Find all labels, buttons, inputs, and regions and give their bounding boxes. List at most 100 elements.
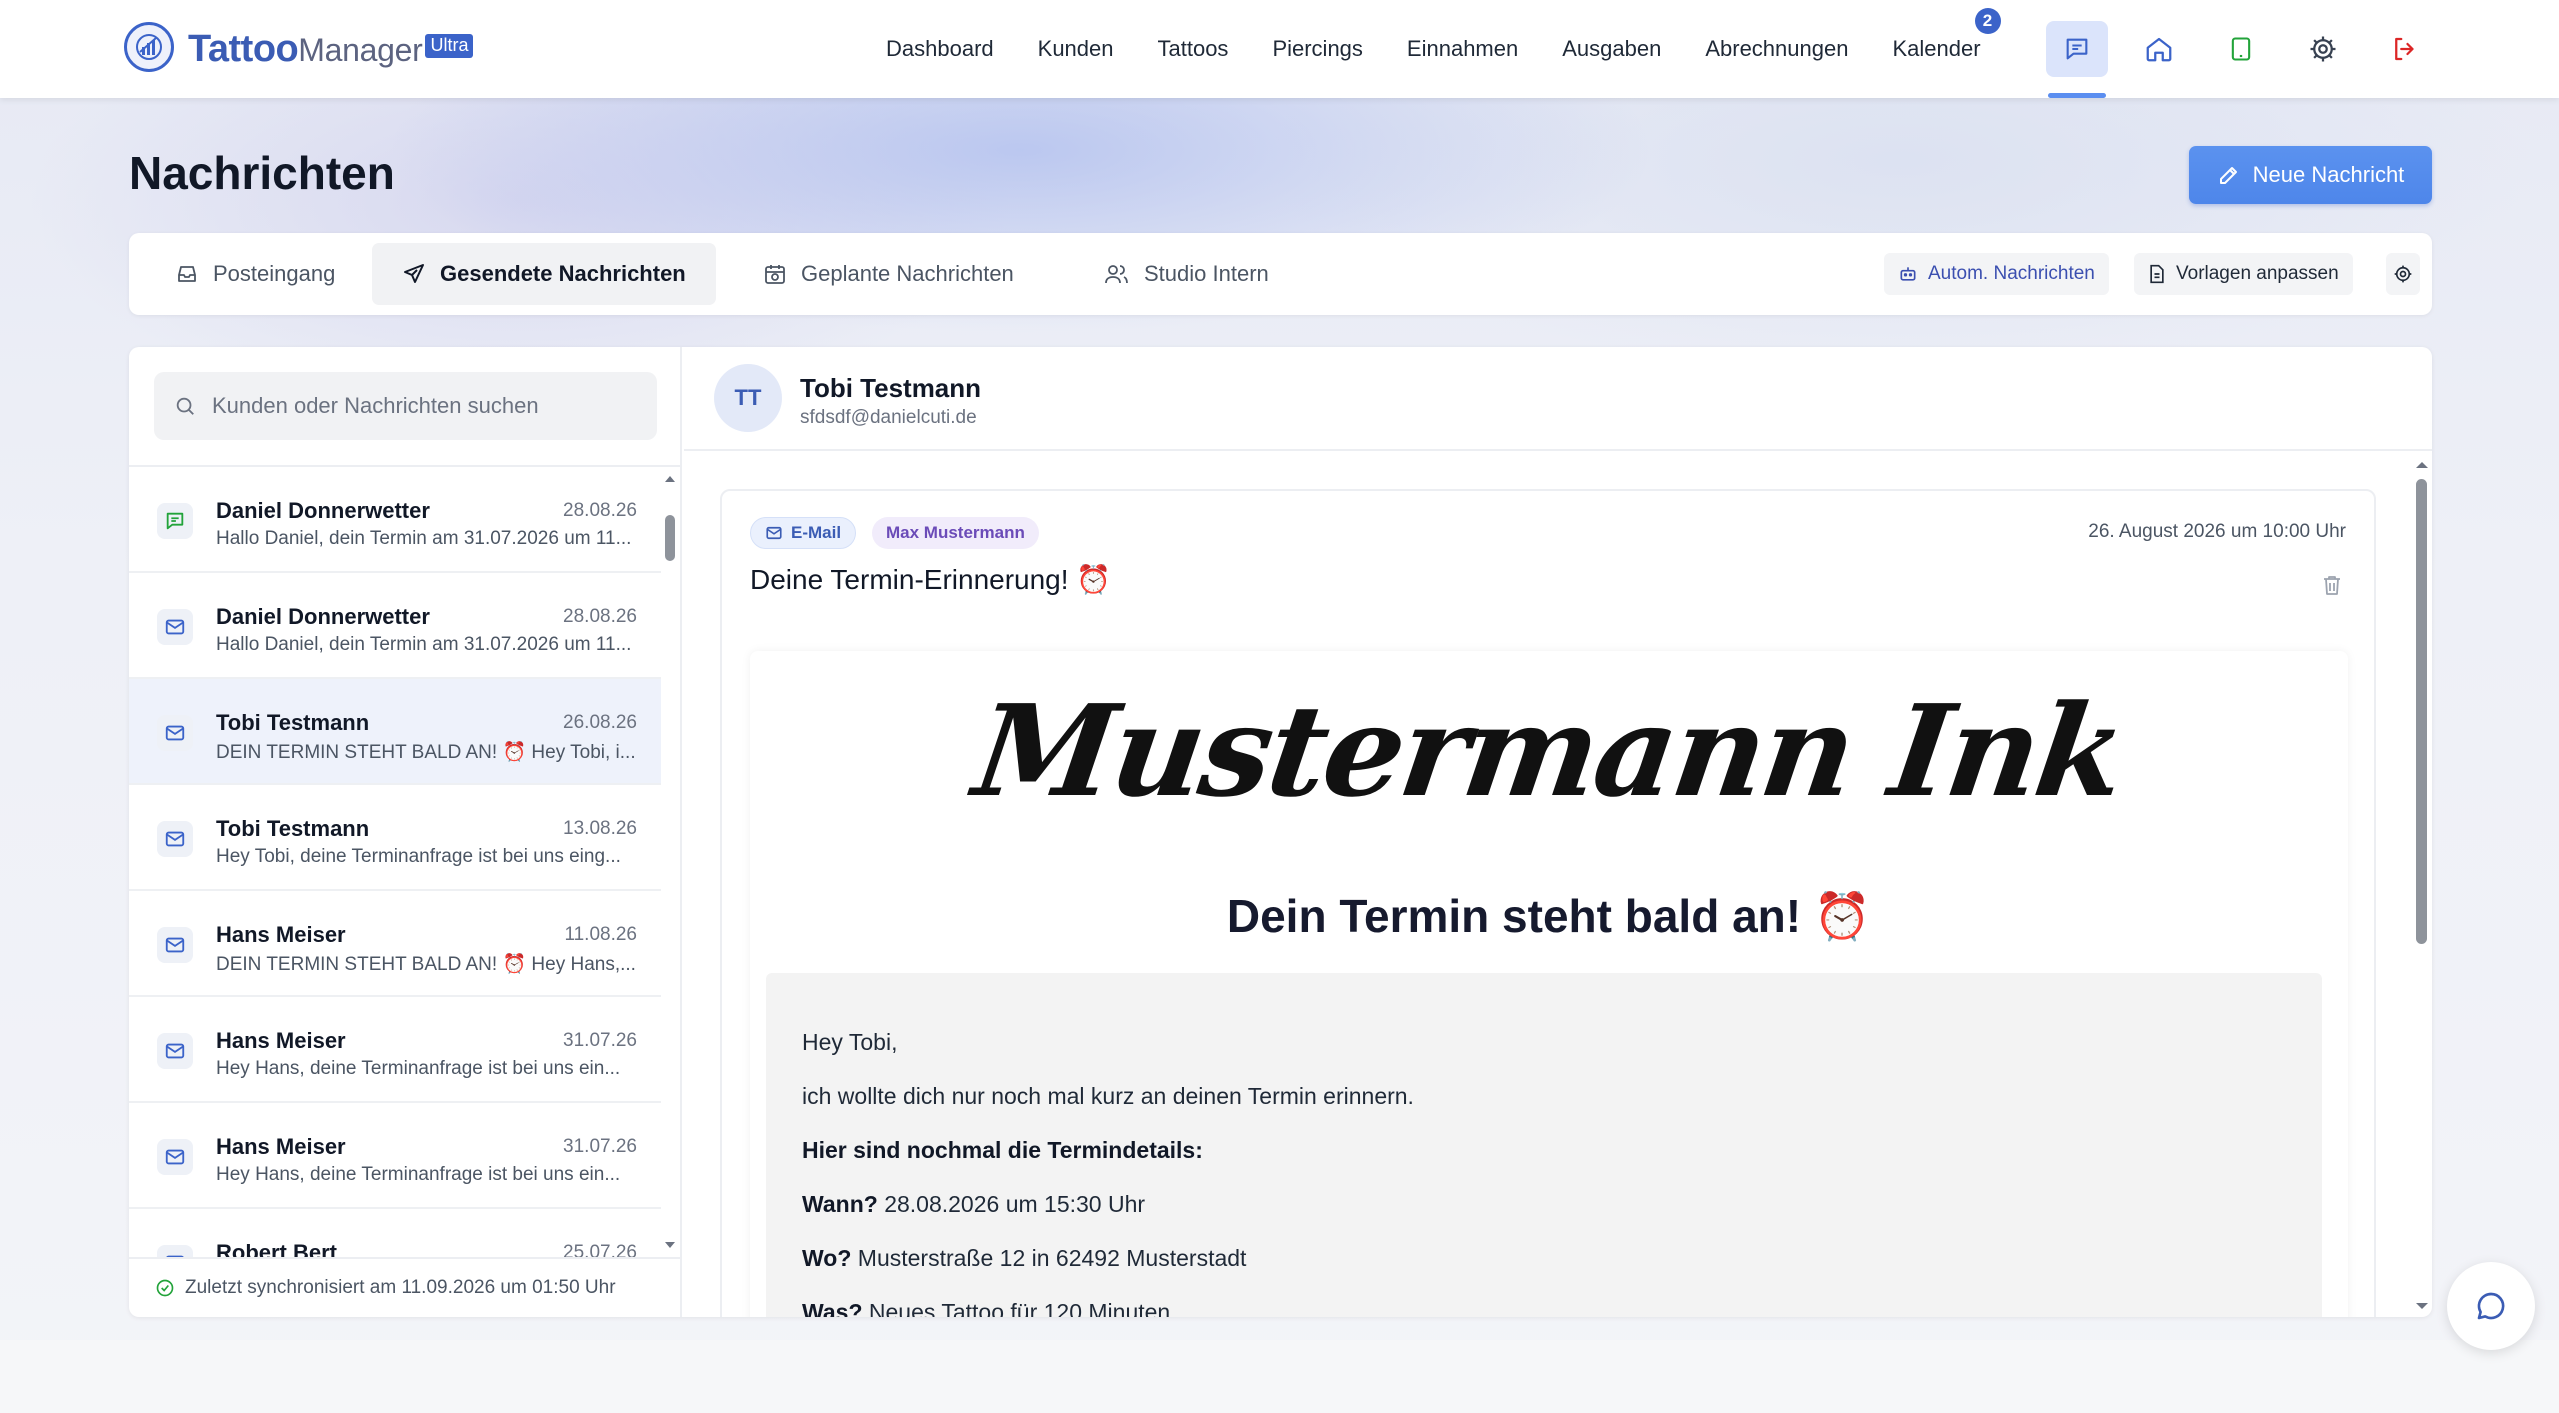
sender-chip: Max Mustermann — [872, 517, 1039, 549]
logo-word-tattoo: Tattoo — [188, 28, 299, 70]
chat-icon — [2066, 38, 2088, 60]
message-preview: DEIN TERMIN STEHT BALD AN! ⏰ Hey Tobi, i… — [216, 742, 636, 763]
nav-item-kalender-label: Kalender — [1892, 36, 1981, 61]
tab-posteingang-label: Posteingang — [213, 261, 336, 286]
tab-studio-intern[interactable]: Studio Intern — [1074, 243, 1299, 305]
message-date: 11.08.26 — [564, 924, 637, 945]
scroll-up-arrow-icon[interactable] — [663, 473, 677, 485]
message-detail-scroll-thumb[interactable] — [2416, 479, 2427, 944]
scroll-down-arrow-icon[interactable] — [2414, 1300, 2430, 1312]
message-date: 28.08.26 — [563, 500, 637, 521]
home-nav-button[interactable] — [2128, 21, 2190, 77]
tab-gesendete-label: Gesendete Nachrichten — [440, 261, 686, 286]
nav-item-kunden[interactable]: Kunden — [1038, 36, 1114, 62]
channel-chip: E-Mail — [750, 517, 857, 549]
auto-messages-button[interactable]: Autom. Nachrichten — [1884, 253, 2109, 295]
sync-status: Zuletzt synchronisiert am 11.09.2026 um … — [129, 1257, 682, 1317]
tab-posteingang[interactable]: Posteingang — [145, 243, 365, 305]
tablet-icon — [2231, 37, 2251, 61]
sms-icon — [157, 503, 193, 539]
message-list-item[interactable]: Daniel Donnerwetter 28.08.26 Hallo Danie… — [129, 573, 661, 679]
tablet-nav-button[interactable] — [2210, 21, 2272, 77]
message-sender: Tobi Testmann — [216, 710, 370, 735]
robot-icon — [1900, 267, 1916, 281]
settings-nav-button[interactable] — [2292, 21, 2354, 77]
page-footer-area — [0, 1340, 2559, 1413]
channel-chip-label: E-Mail — [791, 523, 842, 542]
email-body: Mustermann Ink Dein Termin steht bald an… — [750, 651, 2348, 1317]
email-content-box: Hey Tobi, ich wollte dich nur noch mal k… — [766, 973, 2322, 1317]
templates-button[interactable]: Vorlagen anpassen — [2134, 253, 2353, 295]
message-list-item[interactable]: Tobi Testmann 13.08.26 Hey Tobi, deine T… — [129, 785, 661, 891]
scroll-down-arrow-icon[interactable] — [663, 1239, 677, 1251]
email-intro: ich wollte dich nur noch mal kurz an dei… — [802, 1083, 1414, 1109]
nav-item-piercings[interactable]: Piercings — [1272, 36, 1362, 62]
nav-item-dashboard[interactable]: Dashboard — [886, 36, 994, 62]
when-label: Wann? — [802, 1191, 878, 1217]
email-what-line: Was? Neues Tattoo für 120 Minuten — [802, 1299, 1170, 1317]
nav-item-kalender[interactable]: Kalender 2 — [1892, 8, 2001, 62]
nav-item-tattoos[interactable]: Tattoos — [1158, 36, 1229, 62]
mail-icon — [766, 526, 782, 540]
studio-brand-logo: Mustermann Ink — [966, 677, 2132, 825]
message-list-item[interactable]: Daniel Donnerwetter 28.08.26 Hallo Danie… — [129, 467, 661, 573]
logout-nav-button[interactable] — [2374, 21, 2436, 77]
email-where-line: Wo? Musterstraße 12 in 62492 Musterstadt — [802, 1245, 1246, 1272]
tab-geplante-nachrichten[interactable]: Geplante Nachrichten — [733, 243, 1044, 305]
message-list-scroll-thumb[interactable] — [665, 515, 675, 561]
message-sender: Hans Meiser — [216, 1028, 346, 1053]
users-icon — [1105, 265, 1128, 284]
new-message-button[interactable]: Neue Nachricht — [2189, 146, 2432, 204]
message-list-item-selected[interactable]: Tobi Testmann 26.08.26 DEIN TERMIN STEHT… — [129, 679, 661, 785]
message-list-item[interactable]: Hans Meiser 11.08.26 DEIN TERMIN STEHT B… — [129, 891, 661, 997]
search-input[interactable] — [212, 393, 642, 419]
message-list-scrollbar[interactable] — [663, 467, 677, 1257]
tabs-settings-button[interactable] — [2386, 253, 2420, 295]
tab-studio-intern-label: Studio Intern — [1144, 261, 1269, 286]
contact-header: TT Tobi Testmann sfdsdf@danielcuti.de — [684, 347, 2432, 451]
logo-ultra-badge: Ultra — [425, 34, 474, 58]
email-headline: Dein Termin steht bald an! ⏰ — [1226, 890, 1872, 942]
tab-gesendete-nachrichten[interactable]: Gesendete Nachrichten — [372, 243, 716, 305]
when-value: 28.08.2026 um 15:30 Uhr — [884, 1191, 1146, 1217]
app-logo[interactable]: Tattoo Manager Ultra — [124, 22, 474, 72]
message-detail-scrollbar[interactable] — [2412, 457, 2430, 1317]
message-preview: Hallo Daniel, dein Termin am 31.07.2026 … — [216, 634, 632, 655]
logo-word-manager: Manager — [298, 32, 423, 68]
email-greeting: Hey Tobi, — [802, 1029, 898, 1055]
scroll-up-arrow-icon[interactable] — [2414, 459, 2430, 471]
mail-icon — [157, 1245, 193, 1257]
message-list-pane: Daniel Donnerwetter 28.08.26 Hallo Danie… — [129, 347, 682, 1317]
search-icon — [176, 397, 194, 415]
nav-item-abrechnungen[interactable]: Abrechnungen — [1705, 36, 1848, 62]
nav-item-einnahmen[interactable]: Einnahmen — [1407, 36, 1518, 62]
logo-mark-icon — [124, 22, 174, 72]
delete-message-button[interactable] — [2320, 573, 2344, 602]
what-label: Was? — [802, 1299, 863, 1317]
inbox-icon — [178, 266, 196, 282]
message-sender: Daniel Donnerwetter — [216, 498, 430, 523]
gear-icon — [2310, 36, 2336, 62]
message-preview: DEIN TERMIN STEHT BALD AN! ⏰ Hey Hans,..… — [216, 954, 636, 975]
mail-icon — [157, 1033, 193, 1069]
nav-item-ausgaben[interactable]: Ausgaben — [1562, 36, 1661, 62]
message-preview: Hey Tobi, deine Terminanfrage ist bei un… — [216, 846, 621, 867]
kalender-count-badge: 2 — [1974, 8, 2001, 34]
main-nav: Dashboard Kunden Tattoos Piercings Einna… — [864, 0, 2003, 98]
what-value: Neues Tattoo für 120 Minuten — [868, 1299, 1171, 1317]
avatar: TT — [714, 364, 782, 432]
message-sender: Daniel Donnerwetter — [216, 604, 430, 629]
sync-status-text: Zuletzt synchronisiert am 11.09.2026 um … — [185, 1277, 616, 1298]
message-list-item[interactable]: Hans Meiser 31.07.26 Hey Hans, deine Ter… — [129, 1103, 661, 1209]
search-box — [154, 372, 657, 440]
send-icon — [404, 264, 424, 283]
mail-icon — [157, 927, 193, 963]
templates-label: Vorlagen anpassen — [2176, 263, 2339, 284]
message-detail-pane: TT Tobi Testmann sfdsdf@danielcuti.de E-… — [684, 347, 2432, 1317]
message-list-item[interactable]: Hans Meiser 31.07.26 Hey Hans, deine Ter… — [129, 997, 661, 1103]
message-date: 31.07.26 — [563, 1136, 637, 1157]
message-sender: Tobi Testmann — [216, 816, 370, 841]
messages-nav-button[interactable] — [2046, 21, 2108, 98]
support-chat-button[interactable] — [2447, 1262, 2535, 1350]
message-list-item[interactable]: Robert Bert 25.07.26 — [129, 1209, 661, 1257]
